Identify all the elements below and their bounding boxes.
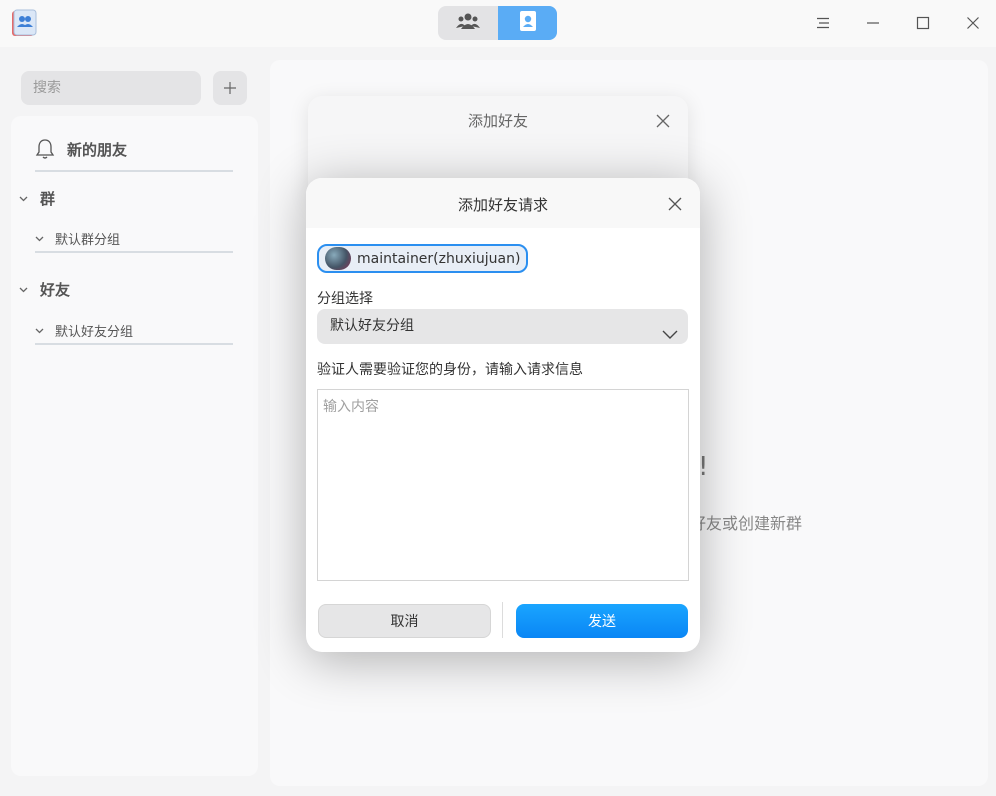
dialog-title: 添加好友请求 bbox=[457, 196, 548, 214]
sidebar-item-new-friends[interactable]: 新的朋友 bbox=[35, 138, 127, 160]
sidebar-item-groups[interactable]: 群 bbox=[19, 188, 55, 209]
contacts-sidebar: 新的朋友 群 默认群分组 好友 默认好友分组 bbox=[11, 116, 258, 776]
empty-state-text: 好友或创建新群 bbox=[690, 514, 803, 533]
chevron-down-icon bbox=[19, 196, 28, 202]
group-icon bbox=[455, 12, 481, 34]
group-select-label: 分组选择 bbox=[317, 291, 373, 307]
verify-label: 验证人需要验证您的身份，请输入请求信息 bbox=[317, 362, 583, 378]
send-button[interactable]: 发送 bbox=[516, 604, 688, 638]
chevron-down-icon bbox=[35, 328, 44, 334]
group-select[interactable]: 默认好友分组 bbox=[317, 309, 688, 344]
tab-groups[interactable] bbox=[438, 6, 498, 40]
group-select-value: 默认好友分组 bbox=[330, 318, 414, 334]
sidebar-item-default-friends[interactable]: 默认好友分组 bbox=[35, 321, 133, 340]
avatar bbox=[325, 247, 351, 270]
search-input[interactable]: 搜索 bbox=[21, 71, 201, 105]
add-friend-request-dialog: 添加好友请求 maintainer(zhuxiujuan) 分组选择 默认好友分… bbox=[306, 178, 700, 652]
new-friends-label: 新的朋友 bbox=[67, 140, 128, 159]
close-icon[interactable] bbox=[654, 112, 672, 130]
request-message-input[interactable] bbox=[317, 389, 689, 581]
button-divider bbox=[502, 602, 503, 638]
tab-contacts[interactable] bbox=[498, 6, 557, 40]
chevron-down-icon bbox=[19, 287, 28, 293]
close-icon[interactable] bbox=[666, 195, 684, 213]
groups-header-label: 群 bbox=[40, 190, 56, 208]
dialog-header: 添加好友请求 bbox=[306, 178, 700, 228]
cancel-button[interactable]: 取消 bbox=[318, 604, 491, 638]
close-window-icon[interactable] bbox=[960, 10, 986, 36]
user-chip[interactable]: maintainer(zhuxiujuan) bbox=[317, 244, 529, 273]
minimize-icon[interactable] bbox=[860, 10, 886, 36]
app-logo-icon bbox=[10, 8, 38, 38]
bell-icon bbox=[35, 138, 55, 160]
menu-icon[interactable] bbox=[810, 10, 836, 36]
user-name: maintainer(zhuxiujuan) bbox=[357, 250, 521, 267]
friends-header-label: 好友 bbox=[40, 281, 71, 299]
sidebar-item-default-group[interactable]: 默认群分组 bbox=[35, 229, 120, 248]
title-bar bbox=[0, 0, 996, 47]
chevron-down-icon bbox=[662, 320, 678, 339]
divider bbox=[35, 170, 233, 172]
add-friend-dialog-title: 添加好友 bbox=[467, 112, 528, 130]
default-friends-label: 默认好友分组 bbox=[55, 325, 134, 340]
maximize-icon[interactable] bbox=[910, 10, 936, 36]
chevron-down-icon bbox=[35, 236, 44, 242]
plus-icon bbox=[224, 82, 236, 94]
divider bbox=[35, 251, 233, 253]
contact-card-icon bbox=[518, 10, 538, 36]
divider bbox=[35, 343, 233, 345]
view-switcher bbox=[438, 6, 557, 40]
default-group-label: 默认群分组 bbox=[55, 233, 121, 248]
sidebar-item-friends[interactable]: 好友 bbox=[19, 279, 70, 300]
add-button[interactable] bbox=[213, 71, 247, 105]
